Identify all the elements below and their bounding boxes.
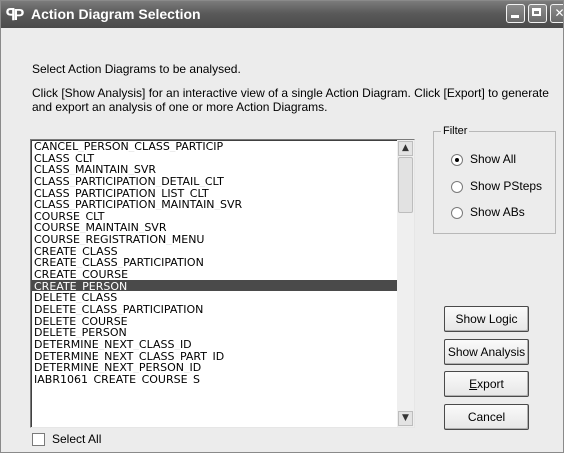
select-all-checkbox[interactable] <box>32 433 45 446</box>
action-diagram-list[interactable]: CANCEL_PERSON_CLASS_PARTICIP CLASS_CLT CLA… <box>30 139 415 428</box>
filter-legend: Filter <box>441 125 470 137</box>
list-item[interactable]: DETERMINE_NEXT_CLASS_PART_ID <box>31 350 397 362</box>
list-item[interactable]: CREATE_PERSON <box>31 279 397 292</box>
list-item[interactable]: CLASS_PARTICIPATION_DETAIL_CLT <box>31 175 397 187</box>
scroll-up-arrow-icon[interactable]: ▲ <box>398 141 413 156</box>
action-diagram-selection-window: ꟼP Action Diagram Selection ✕ Select Act… <box>0 0 564 453</box>
list-item[interactable]: CLASS_MAINTAIN_SVR <box>31 163 397 175</box>
show-logic-button[interactable]: Show Logic <box>444 306 529 332</box>
list-item[interactable]: DELETE_CLASS_PARTICIPATION <box>31 303 397 315</box>
maximize-button[interactable] <box>528 4 547 23</box>
list-item[interactable]: CREATE_CLASS <box>31 245 397 257</box>
list-item[interactable]: COURSE_MAINTAIN_SVR <box>31 221 397 233</box>
list-item[interactable]: IABR1061_CREATE_COURSE_S <box>31 373 397 385</box>
list-item[interactable]: CLASS_PARTICIPATION_MAINTAIN_SVR <box>31 198 397 210</box>
close-button[interactable]: ✕ <box>550 4 563 23</box>
list-item[interactable]: COURSE_REGISTRATION_MENU <box>31 233 397 245</box>
cancel-button[interactable]: Cancel <box>444 404 529 430</box>
radio-button-checked[interactable] <box>451 154 463 166</box>
app-icon: ꟼP <box>6 7 24 24</box>
list-item[interactable]: DELETE_COURSE <box>31 315 397 327</box>
vertical-scrollbar[interactable]: ▲ ▼ <box>397 140 414 427</box>
scroll-down-arrow-icon[interactable]: ▼ <box>398 411 413 426</box>
instruction-select: Select Action Diagrams to be analysed. <box>32 62 241 76</box>
list-item[interactable]: DELETE_CLASS <box>31 291 397 303</box>
list-items: CANCEL_PERSON_CLASS_PARTICIP CLASS_CLT CLA… <box>31 140 397 384</box>
title-bar[interactable]: ꟼP Action Diagram Selection ✕ <box>1 1 563 28</box>
instruction-detail-line2: and export an analysis of one or more Ac… <box>32 100 328 114</box>
select-all-label[interactable]: Select All <box>52 432 101 446</box>
list-item[interactable]: CANCEL_PERSON_CLASS_PARTICIP <box>31 140 397 152</box>
radio-button[interactable] <box>451 181 463 193</box>
instruction-detail-line1: Click [Show Analysis] for an interactive… <box>32 86 549 100</box>
list-item[interactable]: DETERMINE_NEXT_CLASS_ID <box>31 338 397 350</box>
list-item[interactable]: COURSE_CLT <box>31 210 397 222</box>
list-item[interactable]: DETERMINE_NEXT_PERSON_ID <box>31 361 397 373</box>
radio-button[interactable] <box>451 207 463 219</box>
radio-label-show-all: Show All <box>470 152 517 166</box>
scrollbar-thumb[interactable] <box>398 157 413 213</box>
list-item[interactable]: CREATE_CLASS_PARTICIPATION <box>31 256 397 268</box>
window-title: Action Diagram Selection <box>31 6 201 22</box>
radio-label-show-abs: Show ABs <box>470 205 525 219</box>
list-item[interactable]: CLASS_PARTICIPATION_LIST_CLT <box>31 187 397 199</box>
show-analysis-button[interactable]: Show Analysis <box>444 339 529 365</box>
list-item[interactable]: DELETE_PERSON <box>31 326 397 338</box>
export-button[interactable]: Export <box>444 371 529 397</box>
minimize-button[interactable] <box>506 4 525 23</box>
list-item[interactable]: CREATE_COURSE <box>31 268 397 280</box>
radio-label-show-psteps: Show PSteps <box>470 179 543 193</box>
list-item[interactable]: CLASS_CLT <box>31 152 397 164</box>
